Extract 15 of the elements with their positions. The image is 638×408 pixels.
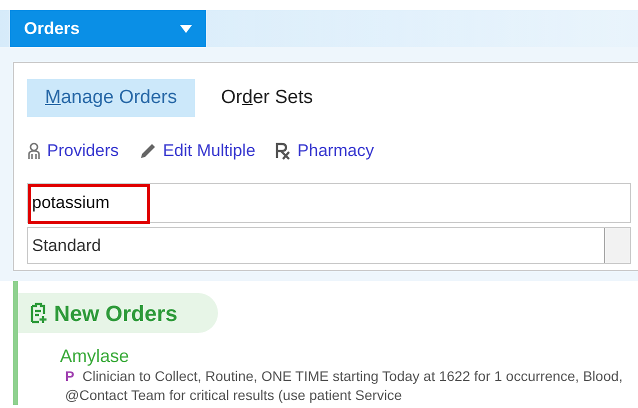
clipboard-plus-icon [30, 302, 48, 324]
toolbar-link[interactable]: Providers [27, 138, 119, 164]
view-tab[interactable]: Manage Orders [27, 79, 196, 117]
caret-icon [180, 24, 192, 32]
toolbar-link[interactable]: Edit Multiple [138, 138, 256, 164]
toolbar-link[interactable]: Pharmacy [275, 138, 374, 164]
list-select[interactable]: Standard [27, 227, 631, 264]
new-orders-header: New Orders [18, 293, 218, 333]
prescription-icon [275, 142, 292, 160]
order-details: P Clinician to Collect, Routine, ONE TIME starting Today at 1622 for 1 occurrence, Blood, @Contact Team for critical results (use patient Service [64, 367, 624, 405]
search-text: potassium [31, 192, 110, 214]
view-tab[interactable]: Order Sets [203, 79, 331, 117]
search-field[interactable]: potassium [27, 183, 631, 223]
pencil-icon [138, 142, 157, 160]
person-icon [27, 142, 41, 160]
